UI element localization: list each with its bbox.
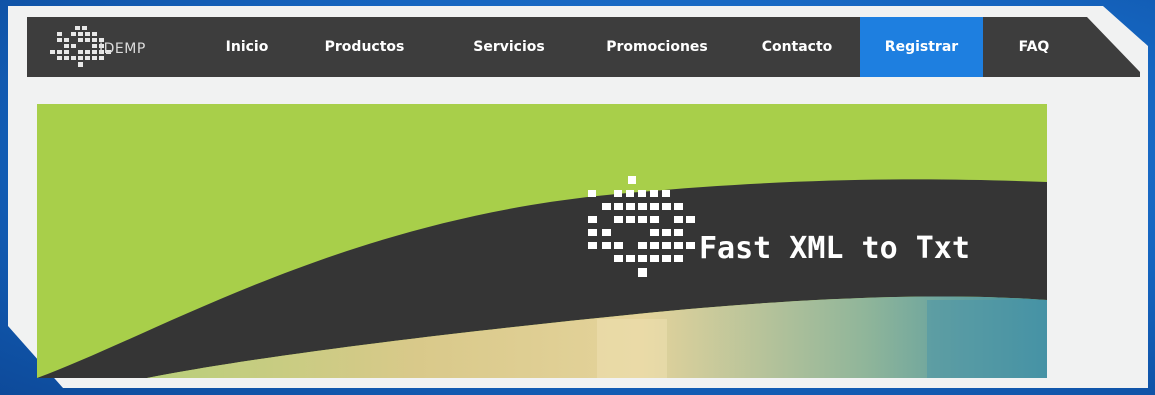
hero-pixel-logo-icon [588,176,695,277]
nav-link-inicio[interactable]: Inicio [220,17,274,77]
nav-link-productos[interactable]: Productos [317,17,412,77]
nav-link-servicios[interactable]: Servicios [465,17,553,77]
hero-title: Fast XML to Txt [699,231,970,266]
hero-banner: Fast XML to Txt [37,104,1047,378]
nav-link-contacto[interactable]: Contacto [757,17,837,77]
nav-link-promociones[interactable]: Promociones [597,17,717,77]
nav-link-registrar[interactable]: Registrar [860,17,983,77]
brand-logo-text: IDEMP [99,41,146,57]
top-navigation-bar: IDEMP Inicio Productos Servicios Promoci… [27,17,1140,77]
nav-link-faq[interactable]: FAQ [1009,17,1059,77]
brand-logo[interactable]: IDEMP [27,17,177,77]
